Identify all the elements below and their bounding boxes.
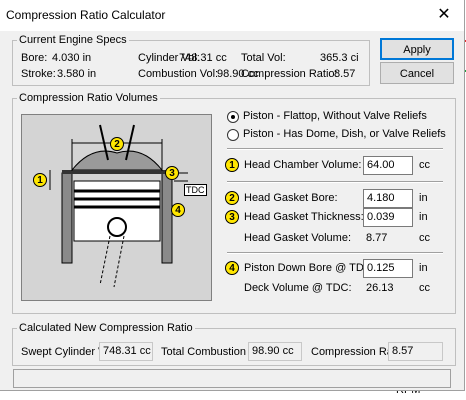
close-button[interactable]: ✕	[433, 4, 455, 26]
gasket-volume-value: 8.77	[366, 232, 388, 244]
callout-badge-2: 2	[110, 137, 124, 151]
badge-3: 3	[225, 210, 239, 224]
deck-volume-unit: cc	[419, 282, 430, 294]
piston-down-bore-input[interactable]: 0.125	[363, 259, 413, 278]
close-icon: ✕	[437, 6, 451, 23]
separator	[227, 252, 443, 254]
bore-value: 4.030 in	[52, 52, 92, 64]
combustion-vol-label: Combustion Vol:	[138, 68, 219, 80]
tdc-label: TDC	[184, 184, 207, 196]
dome-radio-label[interactable]: Piston - Has Dome, Dish, or Valve Relief…	[243, 128, 446, 140]
badge-2: 2	[225, 191, 239, 205]
compression-ratio-label: Compression Ratio:	[241, 68, 338, 80]
gasket-bore-input[interactable]: 4.180	[363, 189, 413, 208]
flattop-radio[interactable]	[227, 111, 239, 123]
deck-volume-value: 26.13	[366, 282, 394, 294]
apply-button[interactable]: Apply	[380, 38, 454, 60]
gasket-thickness-input[interactable]: 0.039	[363, 208, 413, 227]
gasket-bore-label: Head Gasket Bore:	[244, 192, 338, 204]
current-engine-specs-legend: Current Engine Specs	[19, 34, 127, 46]
head-chamber-label: Head Chamber Volume:	[244, 159, 362, 171]
callout-badge-3: 3	[165, 166, 179, 180]
bore-label: Bore:	[21, 52, 48, 64]
dialog-title: Compression Ratio Calculator	[6, 8, 166, 22]
deck-volume-label: Deck Volume @ TDC:	[244, 282, 352, 294]
compression-ratio-volumes-legend: Compression Ratio Volumes	[19, 92, 158, 104]
stroke-label: Stroke:	[21, 68, 56, 80]
title-bar: Compression Ratio Calculator ✕	[0, 0, 464, 31]
piston-down-bore-label: Piston Down Bore @ TDC:	[244, 262, 375, 274]
callout-badge-4: 4	[171, 203, 185, 217]
head-chamber-unit: cc	[419, 159, 430, 171]
flattop-radio-label[interactable]: Piston - Flattop, Without Valve Reliefs	[243, 110, 427, 122]
cancel-button[interactable]: Cancel	[380, 62, 454, 84]
head-chamber-input[interactable]: 64.00	[363, 156, 413, 175]
total-vol-value: 365.3 ci	[320, 52, 359, 64]
callout-badge-1: 1	[33, 173, 47, 187]
cylinder-vol-value: 748.31 cc	[179, 52, 227, 64]
total-vol-label: Total Vol:	[241, 52, 286, 64]
gasket-thickness-label: Head Gasket Thickness:	[244, 211, 364, 223]
compression-ratio-dialog: Compression Ratio Calculator ✕ Current E…	[0, 0, 465, 391]
gasket-volume-unit: cc	[419, 232, 430, 244]
separator	[227, 148, 443, 150]
swept-cylinder-value: 748.31 cc	[99, 342, 153, 361]
piston-down-bore-unit: in	[419, 262, 428, 274]
calc-compression-ratio-value: 8.57	[388, 342, 443, 361]
dome-radio[interactable]	[227, 129, 239, 141]
status-bar	[13, 369, 451, 388]
stroke-value: 3.580 in	[57, 68, 97, 80]
separator	[227, 181, 443, 183]
total-combustion-value: 98.90 cc	[248, 342, 302, 361]
badge-4: 4	[225, 261, 239, 275]
badge-1: 1	[225, 158, 239, 172]
calculated-ratio-legend: Calculated New Compression Ratio	[19, 322, 193, 334]
gasket-thickness-unit: in	[419, 211, 428, 223]
gasket-volume-label: Head Gasket Volume:	[244, 232, 352, 244]
engine-diagram: 2 1 3 4 TDC	[21, 114, 212, 301]
compression-ratio-value: 8.57	[334, 68, 356, 80]
gasket-bore-unit: in	[419, 192, 428, 204]
